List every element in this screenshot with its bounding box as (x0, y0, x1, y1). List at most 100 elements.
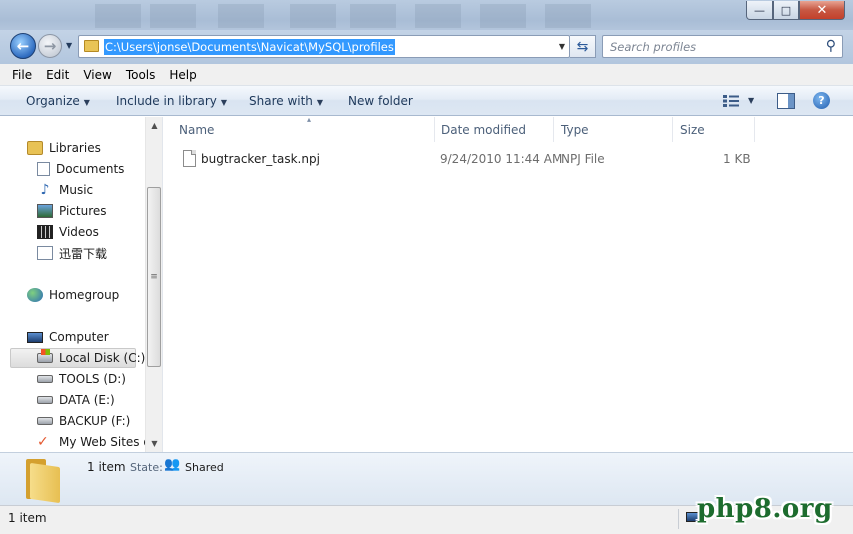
address-path[interactable]: C:\Users\jonse\Documents\Navicat\MySQL\p… (104, 39, 395, 55)
minimize-button[interactable]: — (746, 1, 773, 20)
folder-icon (26, 459, 64, 504)
sidebar-item-tools-drive[interactable]: TOOLS (D:) (37, 369, 126, 389)
menu-bar: File Edit View Tools Help (0, 64, 853, 86)
refresh-icon: ⇆ (576, 38, 589, 55)
search-icon[interactable]: ⚲ (826, 38, 836, 54)
forward-arrow-icon: → (43, 37, 57, 55)
chevron-down-icon: ▼ (316, 98, 324, 107)
state-value: Shared (185, 461, 224, 474)
sidebar-item-label: BACKUP (F:) (59, 414, 131, 428)
navigation-bar: ← → ▼ C:\Users\jonse\Documents\Navicat\M… (0, 30, 853, 64)
item-count: 1 item (87, 460, 126, 474)
watermark: php8.org (697, 494, 833, 524)
forward-button[interactable]: → (38, 34, 62, 58)
share-with-button[interactable]: Share with ▼ (249, 94, 323, 108)
views-dropdown[interactable]: ▼ (748, 96, 754, 105)
system-drive-icon (37, 349, 53, 363)
column-header-size[interactable]: Size (672, 117, 755, 142)
file-date: 9/24/2010 11:44 AM (440, 152, 563, 166)
background-ghost (480, 4, 526, 28)
sidebar-item-label: Homegroup (49, 288, 120, 302)
status-separator (678, 509, 679, 529)
column-header-type[interactable]: Type (553, 117, 673, 142)
navigation-scrollbar[interactable]: ▲ ≡ ▼ (145, 117, 162, 452)
sidebar-item-web-sites[interactable]: ✓ My Web Sites on (37, 432, 158, 452)
address-bar[interactable]: C:\Users\jonse\Documents\Navicat\MySQL\p… (78, 35, 570, 58)
organize-label: Organize (26, 94, 80, 108)
menu-tools[interactable]: Tools (126, 68, 156, 82)
sidebar-item-label: My Web Sites on (59, 435, 159, 449)
sidebar-item-homegroup[interactable]: Homegroup (27, 285, 119, 305)
sidebar-item-label: Videos (59, 225, 99, 239)
state-label: State: (130, 461, 163, 474)
refresh-button[interactable]: ⇆ (570, 35, 596, 58)
homegroup-icon (27, 288, 43, 302)
background-ghost (150, 4, 196, 28)
web-sites-icon: ✓ (37, 434, 49, 450)
sidebar-item-computer[interactable]: Computer (27, 327, 109, 347)
title-bar: — □ ✕ (0, 0, 853, 34)
pictures-icon (37, 204, 53, 218)
sidebar-item-documents[interactable]: Documents (37, 159, 124, 179)
scroll-up-arrow[interactable]: ▲ (146, 117, 163, 134)
videos-icon (37, 225, 53, 239)
menu-edit[interactable]: Edit (46, 68, 69, 82)
chevron-down-icon: ▼ (83, 98, 90, 107)
sidebar-item-label: Local Disk (C:) (59, 351, 146, 365)
maximize-button[interactable]: □ (773, 1, 799, 20)
column-label: Date modified (441, 123, 527, 137)
sidebar-item-pictures[interactable]: Pictures (37, 201, 107, 221)
navigation-pane: Libraries Documents ♪ Music Pictures Vid… (0, 117, 163, 452)
back-arrow-icon: ← (16, 37, 30, 55)
sort-ascending-icon: ▴ (307, 115, 312, 124)
scroll-thumb[interactable]: ≡ (147, 187, 161, 367)
help-icon[interactable]: ? (813, 92, 830, 109)
sidebar-item-label: Pictures (59, 204, 107, 218)
sidebar-item-downloads[interactable]: 迅雷下载 (37, 243, 107, 263)
menu-view[interactable]: View (83, 68, 111, 82)
preview-pane-icon[interactable] (777, 93, 795, 109)
shared-users-icon: 👥 (164, 457, 181, 472)
sidebar-item-data-drive[interactable]: DATA (E:) (37, 390, 115, 410)
background-ghost (290, 4, 336, 28)
sidebar-item-label: Documents (56, 162, 125, 176)
new-folder-button[interactable]: New folder (348, 94, 413, 108)
back-button[interactable]: ← (10, 33, 36, 59)
explorer-window: — □ ✕ ← → ▼ C:\Users\jonse\Documents\Nav… (0, 0, 853, 534)
column-header-name[interactable]: ▴ Name (171, 115, 435, 142)
sidebar-item-local-disk[interactable]: Local Disk (C:) (10, 348, 145, 368)
file-list: ▴ Name Date modified Type Size bugtracke… (163, 115, 853, 452)
menu-file[interactable]: File (12, 68, 32, 82)
close-button[interactable]: ✕ (799, 1, 845, 20)
documents-icon (37, 162, 50, 176)
background-ghost (415, 4, 461, 28)
organize-button[interactable]: Organize ▼ (26, 94, 90, 108)
sidebar-item-backup-drive[interactable]: BACKUP (F:) (37, 411, 130, 431)
sidebar-item-libraries[interactable]: Libraries (27, 138, 101, 158)
computer-icon (27, 331, 43, 343)
status-text: 1 item (8, 511, 47, 525)
folder-icon (84, 40, 99, 52)
search-input[interactable]: Search profiles ⚲ (602, 35, 843, 58)
include-in-library-button[interactable]: Include in library ▼ (116, 94, 227, 108)
background-ghost (350, 4, 396, 28)
column-header-date-modified[interactable]: Date modified (433, 117, 554, 142)
scroll-down-arrow[interactable]: ▼ (146, 435, 163, 452)
share-with-label: Share with (249, 94, 313, 108)
drive-icon (37, 375, 53, 383)
file-row[interactable]: bugtracker_task.npj 9/24/2010 11:44 AM N… (179, 149, 779, 171)
address-dropdown[interactable]: ▼ (559, 39, 565, 55)
include-in-library-label: Include in library (116, 94, 217, 108)
search-placeholder: Search profiles (610, 40, 697, 54)
recent-pages-dropdown[interactable]: ▼ (66, 41, 72, 50)
change-view-icon[interactable] (722, 94, 740, 108)
menu-help[interactable]: Help (169, 68, 196, 82)
file-type: NPJ File (561, 152, 605, 166)
sidebar-item-music[interactable]: ♪ Music (37, 180, 94, 200)
column-label: Size (680, 123, 705, 137)
background-ghost (218, 4, 264, 28)
sidebar-item-label: Music (59, 183, 94, 197)
file-icon (183, 150, 196, 167)
background-ghost (545, 4, 591, 28)
sidebar-item-videos[interactable]: Videos (37, 222, 99, 242)
